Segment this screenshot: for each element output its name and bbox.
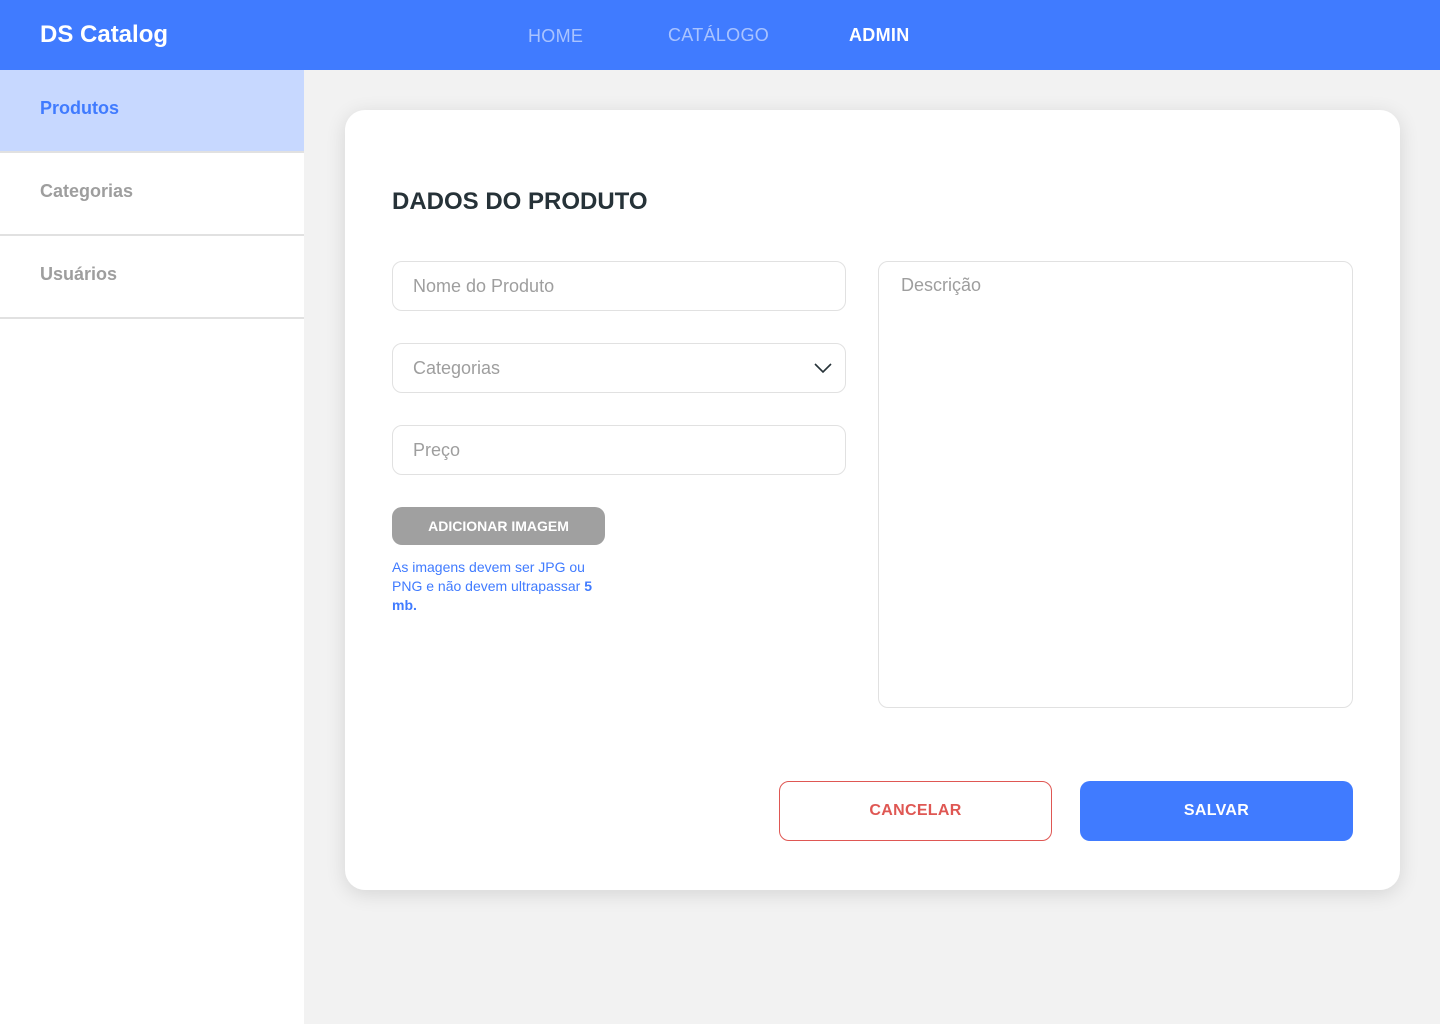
product-name-input[interactable] <box>392 261 846 311</box>
categories-select[interactable]: Categorias <box>392 343 846 393</box>
sidebar-item-produtos[interactable]: Produtos <box>0 70 304 153</box>
cancel-button[interactable]: CANCELAR <box>779 781 1052 841</box>
categories-select-label: Categorias <box>413 358 501 378</box>
save-button[interactable]: SALVAR <box>1080 781 1353 841</box>
price-input[interactable] <box>392 425 846 475</box>
nav-link-home[interactable]: HOME <box>528 1 583 71</box>
description-textarea[interactable] <box>878 261 1353 708</box>
sidebar-item-categorias[interactable]: Categorias <box>0 153 304 236</box>
image-hint-main: As imagens devem ser JPG ou PNG e não de… <box>392 559 585 594</box>
sidebar-item-usuarios[interactable]: Usuários <box>0 236 304 319</box>
chevron-down-icon <box>814 363 832 374</box>
image-hint-text: As imagens devem ser JPG ou PNG e não de… <box>392 558 607 615</box>
nav-link-admin[interactable]: ADMIN <box>849 0 910 70</box>
nav-link-catalog[interactable]: CATÁLOGO <box>668 0 769 70</box>
product-form-card: DADOS DO PRODUTO Categorias ADICIONAR IM… <box>345 110 1400 890</box>
add-image-button[interactable]: ADICIONAR IMAGEM <box>392 507 605 545</box>
brand-logo[interactable]: DS Catalog <box>40 0 168 70</box>
top-navbar: DS Catalog HOME CATÁLOGO ADMIN <box>0 0 1440 70</box>
admin-sidebar: Produtos Categorias Usuários <box>0 70 304 1024</box>
form-title: DADOS DO PRODUTO <box>392 188 648 215</box>
